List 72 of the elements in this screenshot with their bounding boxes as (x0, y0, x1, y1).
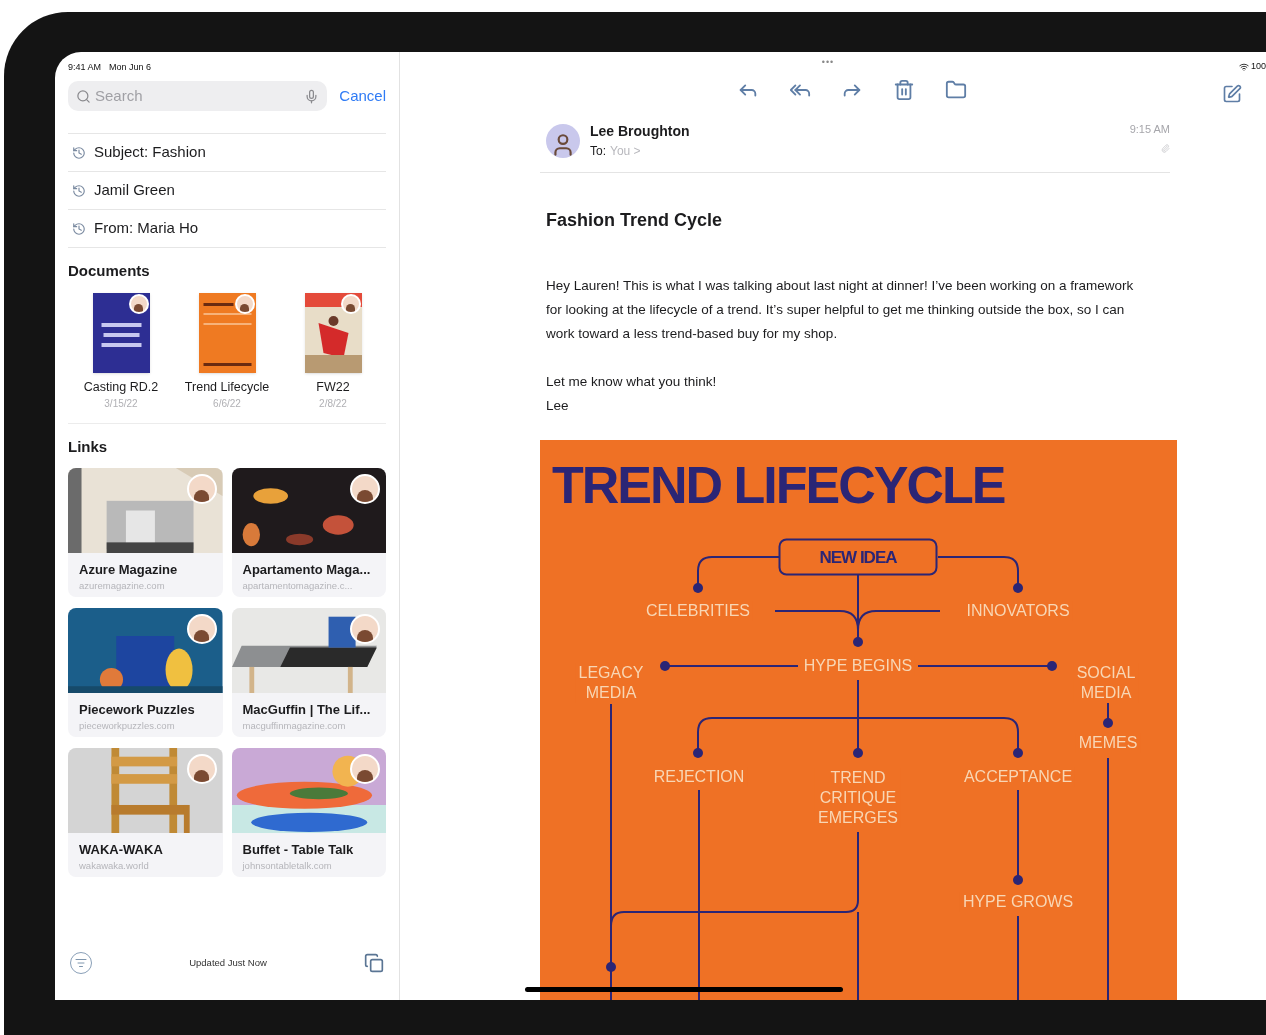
connector-dot (1013, 748, 1023, 758)
message-time: 9:15 AM (1129, 122, 1170, 137)
section-heading: Links (68, 437, 109, 458)
message-paragraph: Let me know what you think! Lee (546, 373, 718, 415)
compose-icon[interactable] (1222, 84, 1242, 105)
connector-dot (1047, 661, 1057, 671)
trash-icon[interactable] (893, 79, 915, 101)
section-heading: Documents (68, 261, 151, 281)
connector-dot (660, 661, 670, 671)
history-icon (72, 183, 86, 198)
recent-search-item[interactable]: Jamil Green (68, 172, 386, 210)
link-card[interactable]: Buffet - Table Talk johnsontabletalk.com (231, 747, 386, 877)
search-field[interactable]: Search (68, 81, 328, 111)
link-url: apartamentomagazine.c... (241, 579, 354, 594)
filter-icon (75, 957, 87, 969)
status-date: Mon Jun 6 (109, 61, 152, 74)
poster-title: TREND LIFECYCLE (552, 455, 1005, 516)
paperclip-icon (1161, 143, 1170, 153)
connector-dot (693, 748, 703, 758)
link-url: wakawaka.world (78, 859, 150, 874)
message-paragraph: Hey Lauren! This is what I was talking about last night at dinner! I’ve been working on a framework for looking at the lifecycle of a trend. It’s super helpful to get me thinking outside the box, so I can work toward a less trend-based buy for my shop. (546, 277, 1135, 343)
to-label: To: (590, 143, 606, 160)
search-icon (76, 88, 91, 104)
diagram-node: NEW IDEA (778, 538, 938, 576)
sender-avatar (546, 124, 580, 158)
document-date: 2/8/22 (319, 397, 347, 412)
cancel-button[interactable]: Cancel (339, 84, 386, 108)
link-title: MacGuffin | The Lif... (241, 700, 372, 719)
link-title: WAKA-WAKA (78, 840, 164, 859)
document-title: Trend Lifecycle (184, 378, 270, 396)
document-item[interactable]: Trend Lifecycle 6/6/22 (174, 292, 280, 412)
connector-dot (853, 637, 863, 647)
status-time: 9:41 AM (68, 61, 102, 74)
wifi-icon (1238, 61, 1249, 72)
connector-dot (693, 583, 703, 593)
update-status: Updated Just Now (189, 955, 267, 970)
connector-dot (853, 748, 863, 758)
message-subject: Fashion Trend Cycle (546, 209, 724, 232)
document-date: 6/6/22 (213, 397, 241, 412)
link-card[interactable]: WAKA-WAKA wakawaka.world (68, 747, 223, 877)
connector-dot (606, 962, 616, 972)
link-card[interactable]: Azure Magazine azuremagazine.com (68, 467, 223, 597)
link-url: johnsontabletalk.com (241, 859, 333, 874)
multitasking-dots[interactable]: ••• (821, 55, 835, 70)
link-title: Apartamento Maga... (241, 560, 372, 579)
document-title: Casting RD.2 (83, 378, 159, 396)
document-date: 3/15/22 (104, 397, 138, 412)
connector-dot (1103, 718, 1113, 728)
history-icon (72, 145, 86, 160)
microphone-icon[interactable] (304, 88, 320, 104)
recent-search-item[interactable]: From: Maria Ho (68, 210, 386, 248)
document-item[interactable]: FW22 2/8/22 (280, 292, 386, 412)
connector-dot (1013, 583, 1023, 593)
link-title: Piecework Puzzles (78, 700, 196, 719)
search-input[interactable]: Search (95, 84, 301, 108)
connector-dot (1013, 875, 1023, 885)
history-icon (72, 221, 86, 236)
document-title: FW22 (316, 378, 350, 396)
link-card[interactable]: Apartamento Maga... apartamentomagazine.c... (231, 467, 386, 597)
folder-icon[interactable] (945, 79, 967, 101)
document-item[interactable]: Casting RD.2 3/15/22 (68, 292, 174, 412)
link-url: pieceworkpuzzles.com (78, 719, 176, 734)
link-card[interactable]: MacGuffin | The Lif... macguffinmagazine.com (231, 607, 386, 737)
sender-name: Lee Broughton (590, 122, 690, 141)
copy-icon[interactable] (364, 953, 384, 973)
battery-level: 100 (1250, 60, 1266, 73)
link-title: Buffet - Table Talk (241, 840, 355, 859)
link-title: Azure Magazine (78, 560, 179, 579)
recent-search-item[interactable]: Subject: Fashion (68, 134, 386, 172)
link-url: azuremagazine.com (78, 579, 166, 594)
link-url: macguffinmagazine.com (241, 719, 347, 734)
link-card[interactable]: Piecework Puzzles pieceworkpuzzles.com (68, 607, 223, 737)
